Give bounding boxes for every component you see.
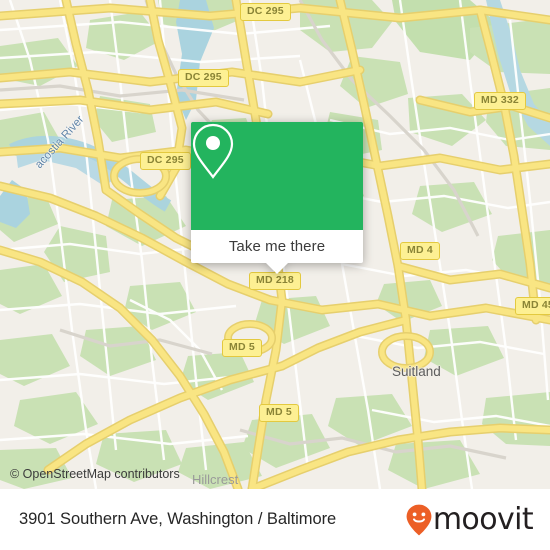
map-pin-icon <box>192 123 234 179</box>
moovit-map-screenshot: DC 295 DC 295 MD 332 DC 295 MD 4 MD 218 … <box>0 0 550 550</box>
osm-attribution[interactable]: © OpenStreetMap contributors <box>10 467 180 481</box>
location-popup-card[interactable]: Take me there <box>191 122 363 274</box>
take-me-there-label: Take me there <box>228 238 326 255</box>
map-canvas[interactable]: DC 295 DC 295 MD 332 DC 295 MD 4 MD 218 … <box>0 0 550 489</box>
moovit-pin-icon <box>406 504 432 535</box>
moovit-wordmark: moovit <box>432 501 534 537</box>
popup-header <box>191 122 363 230</box>
bottom-info-bar: 3901 Southern Ave, Washington / Baltimor… <box>0 489 550 550</box>
popup-footer[interactable]: Take me there <box>191 230 363 274</box>
popup-pointer <box>266 263 288 274</box>
address-label: 3901 Southern Ave, Washington / Baltimor… <box>19 510 337 528</box>
moovit-logo[interactable]: moovit <box>406 501 534 537</box>
